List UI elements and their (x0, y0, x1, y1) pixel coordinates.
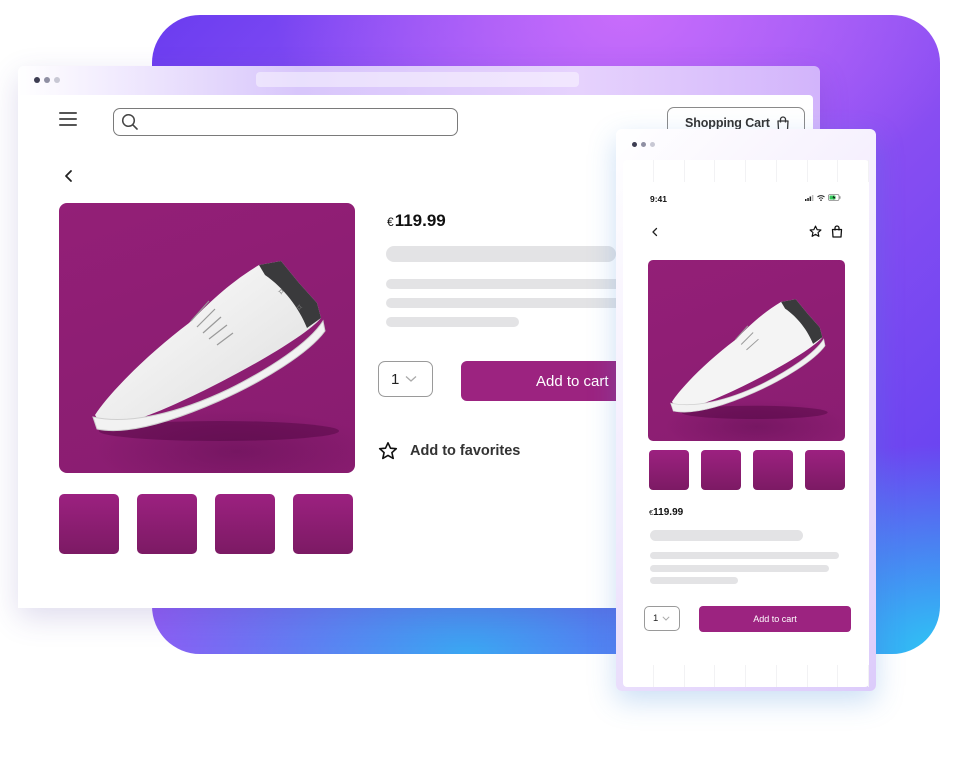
price-currency: € (387, 215, 394, 229)
description-skeleton (650, 565, 829, 572)
mobile-window: 9:41 €119.99 1 Add to cart (616, 129, 876, 691)
thumbnail[interactable] (293, 494, 353, 554)
title-skeleton (386, 246, 616, 262)
sneaker-image: ✧✧ (92, 261, 339, 441)
thumbnail[interactable] (701, 450, 741, 490)
chevron-down-icon (405, 376, 417, 382)
window-dot-maximize[interactable] (650, 142, 655, 147)
chevron-down-icon (662, 616, 670, 621)
thumbnail-list (649, 450, 845, 490)
thumbnail[interactable] (649, 450, 689, 490)
shopping-cart-label: Shopping Cart (685, 116, 770, 130)
product-image[interactable]: ✧ ✧ (59, 203, 355, 473)
window-dot-close[interactable] (632, 142, 637, 147)
marketing-illustration: Shopping Cart ✧ ✧ €119.99 1 Add to cart … (0, 0, 967, 760)
product-image[interactable] (648, 260, 845, 441)
sneaker-image (670, 299, 828, 420)
title-skeleton (650, 530, 803, 541)
quantity-select[interactable]: 1 (378, 361, 433, 397)
add-to-cart-label: Add to cart (536, 372, 609, 390)
svg-text:✧: ✧ (295, 303, 303, 314)
signal-icon (805, 194, 814, 201)
shopping-bag-icon[interactable] (831, 225, 843, 238)
add-to-cart-button[interactable]: Add to cart (461, 361, 641, 401)
price-value: 119.99 (653, 507, 684, 518)
quantity-value: 1 (653, 613, 659, 624)
status-time: 9:41 (650, 194, 668, 204)
grid-decoration (623, 160, 869, 182)
product-price: €119.99 (387, 211, 446, 231)
star-icon[interactable] (809, 225, 822, 238)
price-value: 119.99 (394, 211, 446, 230)
window-dot-close[interactable] (34, 77, 40, 83)
window-controls (34, 77, 60, 83)
search-icon (121, 113, 138, 130)
star-icon (378, 442, 398, 460)
description-skeleton (386, 279, 626, 289)
add-to-favorites-button[interactable]: Add to favorites (378, 441, 520, 461)
window-dot-minimize[interactable] (44, 77, 50, 83)
thumbnail[interactable] (59, 494, 119, 554)
description-skeleton (650, 552, 839, 559)
description-skeleton (386, 317, 519, 327)
add-to-favorites-label: Add to favorites (410, 443, 521, 459)
product-price: €119.99 (649, 507, 683, 518)
thumbnail[interactable] (215, 494, 275, 554)
add-to-cart-label: Add to cart (753, 614, 797, 624)
thumbnail[interactable] (137, 494, 197, 554)
quantity-select[interactable]: 1 (644, 606, 680, 631)
status-icons (805, 194, 841, 201)
window-controls (632, 142, 655, 147)
menu-icon[interactable] (59, 112, 77, 126)
chevron-left-icon[interactable] (650, 227, 660, 237)
chevron-left-icon[interactable] (62, 169, 76, 183)
search-input[interactable] (113, 108, 458, 136)
window-dot-minimize[interactable] (641, 142, 646, 147)
grid-decoration (623, 665, 869, 687)
description-skeleton (386, 298, 626, 308)
svg-text:✧: ✧ (277, 287, 285, 298)
thumbnail[interactable] (805, 450, 845, 490)
wifi-icon (817, 194, 825, 201)
quantity-value: 1 (391, 370, 400, 388)
mobile-page: 9:41 €119.99 1 Add to cart (623, 160, 869, 687)
battery-icon (828, 194, 841, 201)
window-dot-maximize[interactable] (54, 77, 60, 83)
add-to-cart-button[interactable]: Add to cart (699, 606, 851, 632)
address-bar[interactable] (256, 72, 579, 87)
thumbnail-list (59, 494, 353, 554)
thumbnail[interactable] (753, 450, 793, 490)
description-skeleton (650, 577, 738, 584)
